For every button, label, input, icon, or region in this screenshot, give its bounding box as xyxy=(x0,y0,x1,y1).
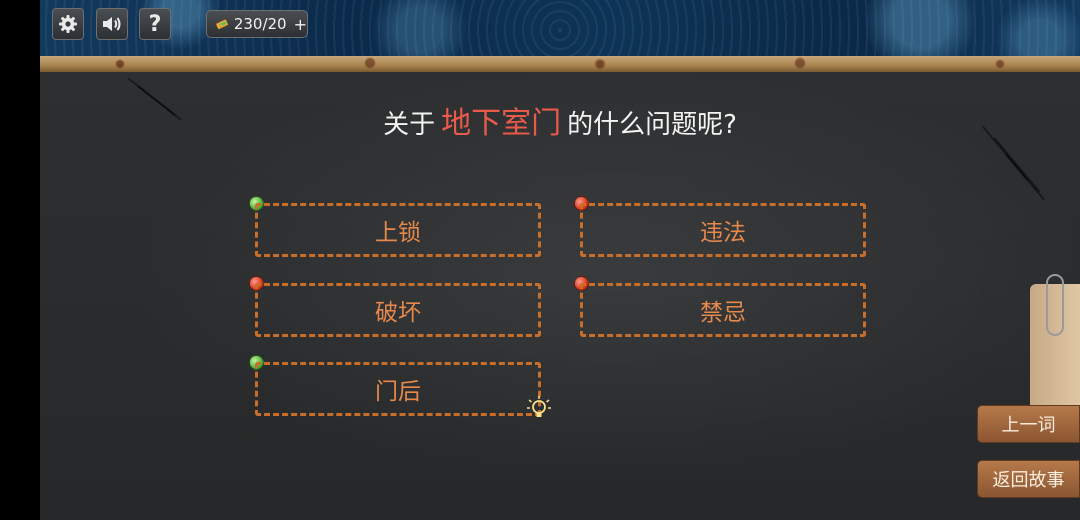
option-weifa-button[interactable]: 违法 xyxy=(580,203,866,257)
option-jinji-button[interactable]: 禁忌 xyxy=(580,283,866,337)
header-banner xyxy=(40,0,1080,60)
question-text: 关于 地下室门 的什么问题呢? xyxy=(40,98,1080,142)
add-tickets-button[interactable]: + xyxy=(294,15,307,34)
paperclip-icon xyxy=(1046,274,1064,336)
option-label: 门后 xyxy=(375,379,421,405)
ticket-counter[interactable]: 230/20 + xyxy=(206,10,308,38)
option-label: 上锁 xyxy=(375,220,421,246)
question-prefix: 关于 xyxy=(383,110,436,140)
option-label: 禁忌 xyxy=(700,300,746,326)
option-menhou-button[interactable]: 门后 xyxy=(255,362,541,416)
settings-button[interactable] xyxy=(52,8,84,40)
help-button[interactable]: ? xyxy=(139,8,171,40)
back-to-story-button[interactable]: 返回故事 xyxy=(977,460,1080,498)
question-suffix: 的什么问题呢? xyxy=(567,110,737,140)
option-pohuai-button[interactable]: 破坏 xyxy=(255,283,541,337)
help-icon: ? xyxy=(148,11,162,37)
previous-word-button[interactable]: 上一词 xyxy=(977,405,1080,443)
option-shangsuo-button[interactable]: 上锁 xyxy=(255,203,541,257)
lightbulb-icon xyxy=(527,396,551,417)
back-to-story-label: 返回故事 xyxy=(992,470,1065,491)
board-frame xyxy=(40,56,1080,72)
option-label: 违法 xyxy=(700,220,746,246)
scratch-mark xyxy=(1004,153,1046,201)
sound-button[interactable] xyxy=(96,8,128,40)
previous-word-label: 上一词 xyxy=(1001,415,1056,436)
ticket-count: 230/20 xyxy=(233,15,287,33)
question-topic: 地下室门 xyxy=(441,106,562,141)
ticket-icon xyxy=(215,19,229,30)
gear-icon xyxy=(59,15,77,33)
option-label: 破坏 xyxy=(375,300,421,326)
speaker-icon xyxy=(103,17,121,31)
